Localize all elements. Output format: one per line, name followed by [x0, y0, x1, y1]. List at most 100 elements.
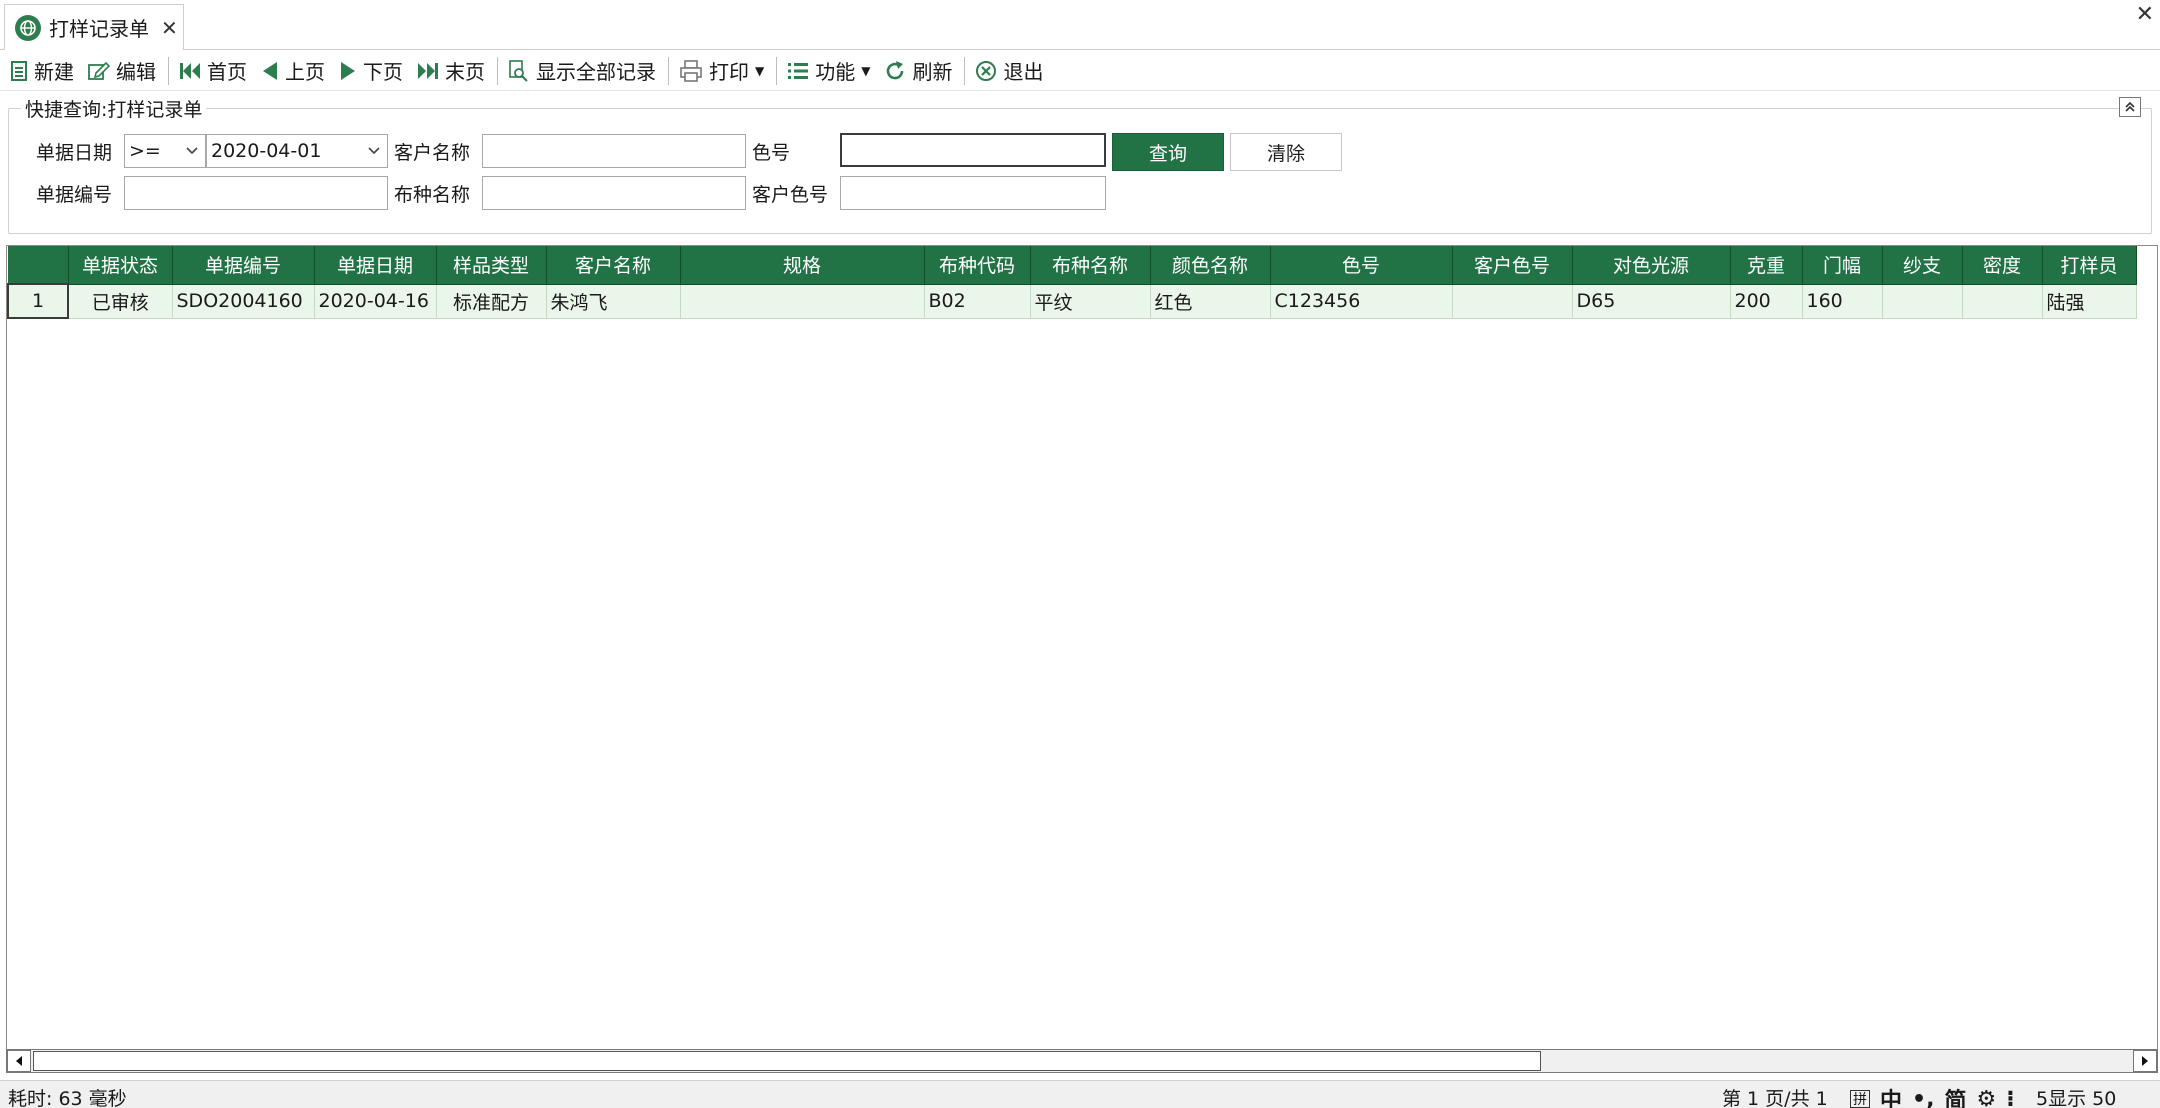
date-operator-select[interactable]: >= — [124, 134, 206, 168]
column-header-sampler[interactable]: 打样员 — [2042, 246, 2137, 285]
print-button[interactable]: 打印 ▼ — [675, 54, 768, 88]
show-all-button[interactable]: 显示全部记录 — [504, 54, 660, 88]
cell-cust-color[interactable] — [1452, 284, 1573, 319]
next-page-icon — [341, 61, 355, 80]
cell-fabric-code[interactable]: B02 — [924, 284, 1031, 319]
edit-button[interactable]: 编辑 — [84, 54, 160, 88]
column-header-fabric-name[interactable]: 布种名称 — [1030, 246, 1151, 285]
first-page-label: 首页 — [207, 60, 247, 84]
next-page-button[interactable]: 下页 — [335, 54, 407, 88]
tab-sample-record[interactable]: 打样记录单 ✕ — [4, 4, 184, 50]
cell-fabric-name[interactable]: 平纹 — [1030, 284, 1151, 319]
printer-icon — [680, 59, 702, 82]
ime-settings-icon[interactable]: ⚙ — [1976, 1087, 1996, 1108]
column-header-yarn[interactable]: 纱支 — [1882, 246, 1963, 285]
cell-density[interactable] — [1962, 284, 2043, 319]
ime-keyboard-icon[interactable]: 拼 — [1850, 1090, 1870, 1108]
cell-color-no[interactable]: C123456 — [1270, 284, 1453, 319]
clear-button[interactable]: 清除 — [1230, 133, 1342, 171]
chevron-down-icon — [368, 147, 380, 155]
first-page-button[interactable]: 首页 — [175, 54, 251, 88]
toolbar-separator — [776, 56, 778, 85]
fabric-input[interactable] — [482, 176, 746, 210]
prev-page-icon — [263, 61, 277, 80]
scrollbar-thumb[interactable] — [33, 1051, 1541, 1071]
scroll-right-icon[interactable] — [2133, 1050, 2157, 1072]
column-header-light-source[interactable]: 对色光源 — [1572, 246, 1731, 285]
ime-punct-toggle[interactable]: •, — [1912, 1087, 1934, 1108]
chevron-down-icon — [186, 147, 198, 155]
cell-date[interactable]: 2020-04-16 — [314, 284, 437, 319]
column-header-doc-no[interactable]: 单据编号 — [172, 246, 315, 285]
exit-icon — [976, 60, 997, 81]
cell-light-source[interactable]: D65 — [1572, 284, 1731, 319]
customer-label: 客户名称 — [394, 142, 471, 164]
prev-page-label: 上页 — [285, 60, 325, 84]
doc-no-label: 单据编号 — [36, 184, 113, 206]
date-picker[interactable]: 2020-04-01 — [206, 134, 388, 168]
toolbar-separator — [668, 56, 669, 85]
last-page-button[interactable]: 末页 — [413, 54, 489, 88]
tab-close-icon[interactable]: ✕ — [161, 16, 178, 40]
cell-weight[interactable]: 200 — [1730, 284, 1803, 319]
cell-spec[interactable] — [680, 284, 925, 319]
date-label: 单据日期 — [36, 142, 113, 164]
edit-icon — [88, 61, 110, 80]
prev-page-button[interactable]: 上页 — [257, 54, 329, 88]
column-header-density[interactable]: 密度 — [1962, 246, 2043, 285]
ime-chinese-toggle[interactable]: 中 — [1880, 1083, 1902, 1108]
globe-icon — [15, 14, 41, 41]
horizontal-scrollbar[interactable] — [6, 1049, 2158, 1073]
refresh-button[interactable]: 刷新 — [880, 54, 956, 88]
cell-customer[interactable]: 朱鸿飞 — [546, 284, 681, 319]
column-header-rownum[interactable] — [8, 246, 69, 285]
column-header-color-name[interactable]: 颜色名称 — [1150, 246, 1271, 285]
elapsed-time: 耗时: 63 毫秒 — [8, 1088, 127, 1108]
list-icon — [788, 62, 809, 79]
column-header-cust-color[interactable]: 客户色号 — [1452, 246, 1573, 285]
column-header-status[interactable]: 单据状态 — [68, 246, 173, 285]
column-header-weight[interactable]: 克重 — [1730, 246, 1803, 285]
cell-color-name[interactable]: 红色 — [1150, 284, 1271, 319]
ime-more-icon[interactable]: ⁝ — [2006, 1087, 2014, 1108]
row-number[interactable]: 1 — [7, 283, 69, 319]
column-header-sample-type[interactable]: 样品类型 — [436, 246, 547, 285]
quick-query-title: 快捷查询:打样记录单 — [21, 95, 207, 122]
collapse-icon[interactable] — [2119, 97, 2141, 117]
column-header-color-no[interactable]: 色号 — [1270, 246, 1453, 285]
customer-input[interactable] — [482, 134, 746, 168]
column-header-customer[interactable]: 客户名称 — [546, 246, 681, 285]
doc-no-input[interactable] — [124, 176, 388, 210]
new-button[interactable]: 新建 — [6, 54, 78, 88]
table-row[interactable]: 1 已审核 SDO2004160 2020-04-16 标准配方 朱鸿飞 B02… — [7, 283, 2137, 319]
ime-simplified-toggle[interactable]: 简 — [1944, 1083, 1966, 1108]
column-header-date[interactable]: 单据日期 — [314, 246, 437, 285]
search-doc-icon — [509, 59, 528, 82]
fabric-label: 布种名称 — [394, 184, 471, 206]
new-doc-icon — [11, 60, 27, 81]
column-header-width[interactable]: 门幅 — [1802, 246, 1883, 285]
functions-button[interactable]: 功能 ▼ — [783, 54, 874, 88]
new-button-label: 新建 — [34, 60, 74, 84]
edit-button-label: 编辑 — [116, 60, 156, 84]
cell-doc-no[interactable]: SDO2004160 — [172, 284, 315, 319]
display-count: 5显示 50 条。 — [2036, 1088, 2117, 1108]
cell-sample-type[interactable]: 标准配方 — [436, 284, 547, 319]
cell-status[interactable]: 已审核 — [68, 284, 173, 319]
cell-yarn[interactable] — [1882, 284, 1963, 319]
cell-width[interactable]: 160 — [1802, 284, 1883, 319]
column-header-spec[interactable]: 规格 — [680, 246, 925, 285]
exit-button[interactable]: 退出 — [971, 54, 1047, 88]
window-close-icon[interactable]: ✕ — [2136, 2, 2154, 27]
ime-toolbar: 拼 中 •, 简 ⚙ ⁝ — [1850, 1083, 2015, 1108]
cell-sampler[interactable]: 陆强 — [2042, 284, 2137, 319]
functions-label: 功能 — [815, 60, 856, 84]
chevron-down-icon: ▼ — [755, 63, 765, 78]
color-no-input[interactable] — [840, 133, 1106, 167]
cust-color-input[interactable] — [840, 176, 1106, 210]
search-button[interactable]: 查询 — [1112, 133, 1224, 171]
show-all-label: 显示全部记录 — [536, 60, 656, 84]
scroll-left-icon[interactable] — [7, 1050, 31, 1072]
column-header-fabric-code[interactable]: 布种代码 — [924, 246, 1031, 285]
status-bar: 耗时: 63 毫秒 第 1 页/共 1 拼 中 •, 简 ⚙ ⁝ 5显示 50 … — [0, 1080, 2160, 1108]
